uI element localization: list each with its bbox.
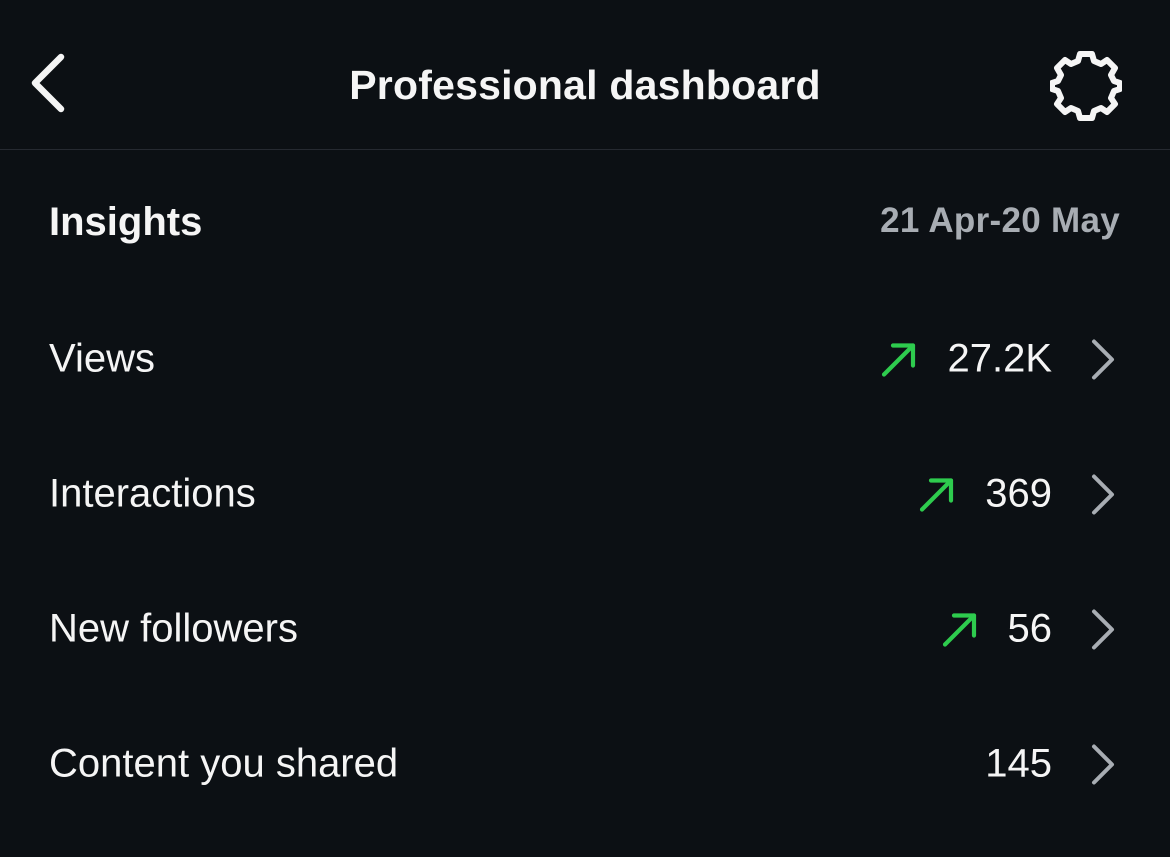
metric-row-content-shared[interactable]: Content you shared 145 [0,709,1170,819]
metric-row-interactions[interactable]: Interactions 369 [0,439,1170,549]
metric-value: 145 [985,741,1052,786]
trend-up-icon [879,339,919,379]
page-title: Professional dashboard [349,62,821,108]
date-range[interactable]: 21 Apr-20 May [880,201,1120,241]
insights-title: Insights [49,200,203,244]
metric-label: New followers [49,606,298,651]
metric-label: Interactions [49,471,256,516]
chevron-right-icon [1088,337,1118,381]
metric-row-new-followers[interactable]: New followers 56 [0,574,1170,684]
insights-header: Insights 21 Apr-20 May [0,190,1170,256]
metric-value: 56 [1007,606,1053,651]
metric-value: 369 [985,471,1052,516]
trend-up-icon [940,609,980,649]
chevron-right-icon [1088,607,1118,651]
top-bar: Professional dashboard [0,0,1170,150]
professional-dashboard-screen: Professional dashboard Insights 21 Apr-2… [0,0,1170,857]
metric-label: Views [49,336,155,381]
chevron-right-icon [1088,742,1118,786]
chevron-right-icon [1088,472,1118,516]
settings-button[interactable] [1046,46,1126,126]
metric-value: 27.2K [947,336,1052,381]
gear-icon [1050,51,1122,121]
trend-up-icon [917,474,957,514]
metric-row-views[interactable]: Views 27.2K [0,304,1170,414]
metric-label: Content you shared [49,741,399,786]
